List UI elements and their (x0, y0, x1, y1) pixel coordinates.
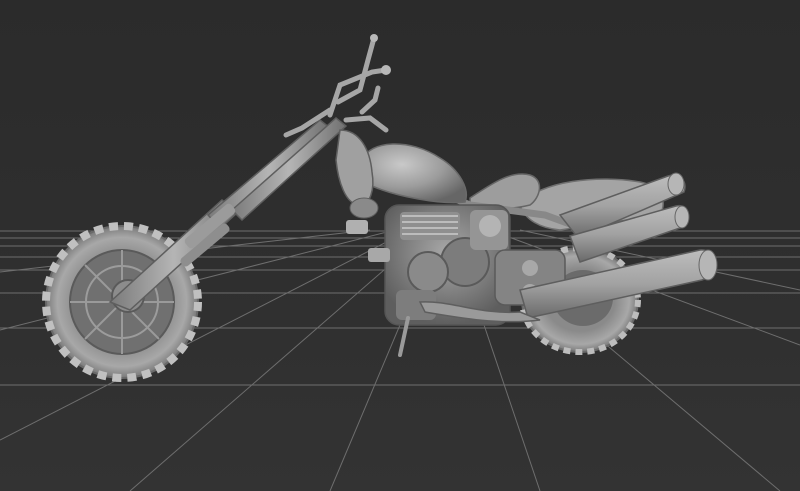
3d-viewport[interactable] (0, 0, 800, 491)
grip-right (381, 65, 391, 75)
viewport-canvas[interactable] (0, 0, 800, 491)
mirror-left (370, 34, 378, 42)
fuel-tank (358, 143, 467, 204)
motorcycle-model[interactable] (42, 34, 718, 382)
